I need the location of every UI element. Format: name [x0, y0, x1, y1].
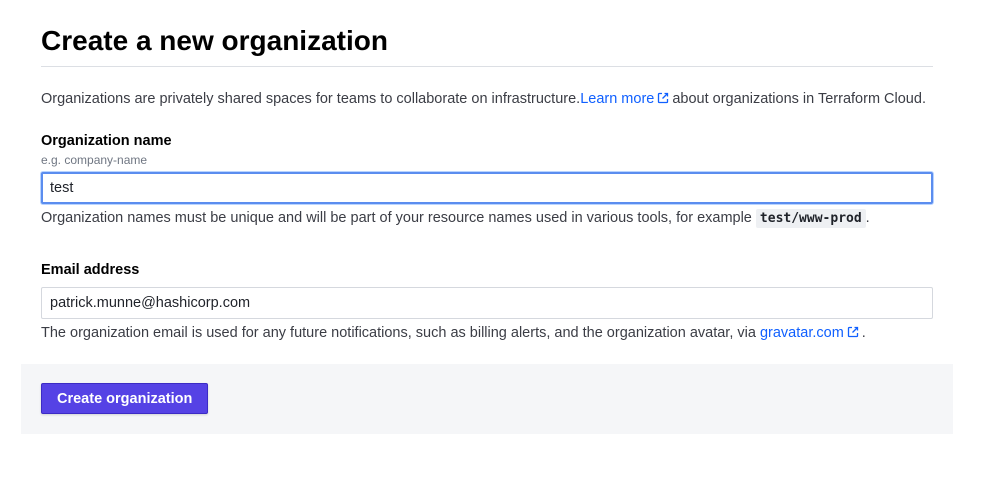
- intro-paragraph: Organizations are privately shared space…: [41, 89, 933, 109]
- email-help-text: The organization email is used for any f…: [41, 325, 756, 341]
- org-name-label: Organization name: [41, 133, 172, 149]
- intro-text: Organizations are privately shared space…: [41, 91, 581, 107]
- gravatar-link[interactable]: gravatar.com: [760, 325, 862, 341]
- learn-more-link[interactable]: Learn more: [580, 91, 672, 107]
- create-organization-form: Create a new organization Organizations …: [41, 0, 933, 344]
- org-name-input[interactable]: [41, 172, 933, 204]
- external-link-icon: [847, 326, 859, 338]
- form-actions-footer: Create organization: [21, 364, 953, 434]
- title-divider: [41, 66, 933, 67]
- page-title: Create a new organization: [41, 25, 388, 56]
- learn-more-label: Learn more: [580, 91, 655, 107]
- email-help-suffix: .: [861, 325, 866, 341]
- email-input[interactable]: [41, 287, 933, 319]
- intro-text-after: about organizations in Terraform Cloud.: [672, 91, 926, 107]
- email-help: The organization email is used for any f…: [41, 322, 933, 344]
- external-link-icon: [657, 92, 669, 104]
- gravatar-link-label: gravatar.com: [759, 325, 844, 341]
- org-name-example-code: test/www-prod: [755, 209, 866, 228]
- org-name-help-text: Organization names must be unique and wi…: [41, 210, 752, 226]
- org-name-help: Organization names must be unique and wi…: [41, 207, 933, 230]
- email-label: Email address: [41, 262, 140, 278]
- org-name-hint: e.g. company-name: [41, 153, 148, 167]
- org-name-help-suffix: .: [865, 210, 870, 226]
- create-organization-button[interactable]: Create organization: [41, 383, 209, 414]
